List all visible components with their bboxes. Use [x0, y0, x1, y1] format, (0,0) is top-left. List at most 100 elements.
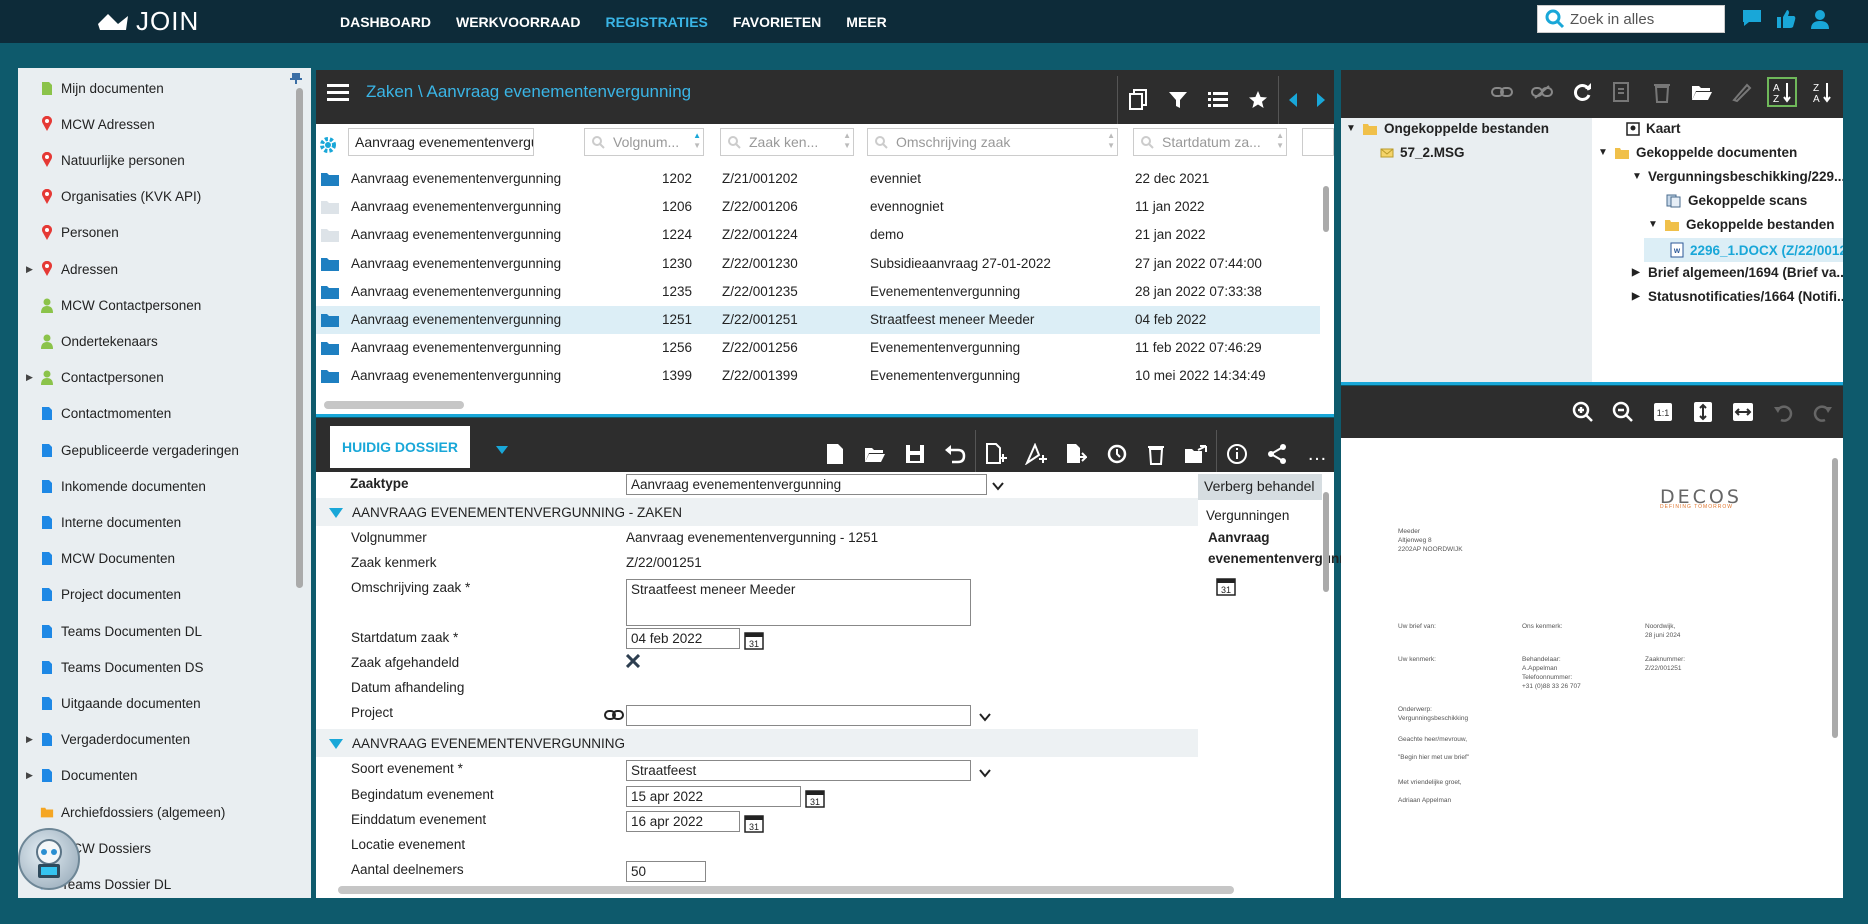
- sidebar-item[interactable]: Natuurlijke personen: [18, 142, 288, 178]
- sidebar-item[interactable]: MCW Adressen: [18, 106, 288, 142]
- more-options-icon[interactable]: …: [1297, 439, 1337, 469]
- chevron-down-icon[interactable]: [979, 710, 991, 725]
- undo-icon[interactable]: [935, 439, 975, 469]
- open-folder-icon[interactable]: [1682, 77, 1722, 107]
- expand-arrow-icon[interactable]: ▶: [26, 770, 33, 781]
- sidebar-item[interactable]: ▶ Documenten: [18, 758, 288, 794]
- sidebar-item[interactable]: Teams Documenten DL: [18, 613, 288, 649]
- sort-arrows-icon[interactable]: ▲ ▼: [843, 131, 851, 151]
- list-view-icon[interactable]: [1198, 85, 1238, 115]
- app-logo[interactable]: JOIN: [96, 6, 199, 37]
- close-x-icon[interactable]: [625, 653, 641, 671]
- filter-icon[interactable]: [1158, 85, 1198, 115]
- sidebar-item[interactable]: Teams Documenten DS: [18, 649, 288, 685]
- deelnemers-input[interactable]: 50: [626, 861, 706, 882]
- table-row[interactable]: Aanvraag evenementenvergunning 1202 Z/21/0…: [316, 165, 1320, 193]
- table-row[interactable]: Aanvraag evenementenvergunning 1251 Z/22/0…: [316, 306, 1320, 334]
- zaaktype-select[interactable]: Aanvraag evenementenvergunning: [626, 474, 987, 495]
- startdatum-input[interactable]: 04 feb 2022: [626, 628, 740, 649]
- section-evenement-header[interactable]: AANVRAAG EVENEMENTENVERGUNNING: [316, 729, 1198, 757]
- table-row[interactable]: Aanvraag evenementenvergunning 1235 Z/22/0…: [316, 278, 1320, 306]
- sidebar-item[interactable]: Organisaties (KVK API): [18, 179, 288, 215]
- begin-input[interactable]: 15 apr 2022: [626, 786, 801, 807]
- tree-gekoppelde-documenten[interactable]: ▼ Gekoppelde documenten: [1598, 145, 1797, 160]
- filter-name-input[interactable]: Aanvraag evenementenvergunning: [348, 128, 534, 156]
- tree-kaart[interactable]: Kaart: [1626, 121, 1681, 136]
- thumbs-up-icon[interactable]: [1769, 8, 1803, 30]
- collapse-triangle-icon[interactable]: [328, 738, 344, 750]
- sidebar-item[interactable]: Ondertekenaars: [18, 323, 288, 359]
- sort-za-icon[interactable]: ZA: [1802, 77, 1842, 107]
- nav-registraties[interactable]: REGISTRATIES: [605, 14, 707, 30]
- export-folder-icon[interactable]: [1176, 439, 1216, 469]
- zaken-vertical-thumb[interactable]: [1323, 186, 1329, 232]
- sort-arrows-icon[interactable]: ▲ ▼: [1107, 131, 1115, 151]
- filter-startdatum-input[interactable]: Startdatum za... ▲ ▼: [1133, 128, 1287, 156]
- sidebar-item[interactable]: Uitgaande documenten: [18, 685, 288, 721]
- soort-select[interactable]: Straatfeest: [626, 760, 971, 781]
- add-document-icon[interactable]: [976, 439, 1016, 469]
- table-row[interactable]: Aanvraag evenementenvergunning 1256 Z/22/0…: [316, 334, 1320, 362]
- collapse-triangle-icon[interactable]: [328, 507, 344, 519]
- chat-icon[interactable]: [1735, 8, 1769, 30]
- calendar-icon[interactable]: 31: [744, 630, 764, 653]
- sort-arrows-icon[interactable]: ▲ ▼: [693, 131, 701, 151]
- edit-icon[interactable]: [1602, 77, 1642, 107]
- tab-huidig-dossier[interactable]: HUIDIG DOSSIER: [330, 426, 470, 468]
- chevron-down-icon[interactable]: [992, 479, 1004, 494]
- share-icon[interactable]: [1257, 439, 1297, 469]
- add-person-icon[interactable]: [1016, 439, 1056, 469]
- zoom-out-icon[interactable]: [1603, 397, 1643, 427]
- tree-ongekoppelde-bestanden[interactable]: ▼ Ongekoppelde bestanden: [1346, 121, 1549, 136]
- table-row[interactable]: Aanvraag evenementenvergunning 1230 Z/22/0…: [316, 250, 1320, 278]
- project-input[interactable]: [626, 705, 971, 726]
- table-row[interactable]: Aanvraag evenementenvergunning 1399 Z/22/0…: [316, 362, 1320, 390]
- nav-meer[interactable]: MEER: [846, 14, 886, 30]
- delete-trash-icon[interactable]: [1642, 77, 1682, 107]
- expand-arrow-icon[interactable]: ▶: [26, 734, 33, 745]
- user-icon[interactable]: [1803, 8, 1837, 30]
- dossier-horizontal-scrollbar[interactable]: [338, 886, 1234, 894]
- sidebar-item[interactable]: ▶ Adressen: [18, 251, 288, 287]
- filter-kenmerk-input[interactable]: Zaak ken... ▲ ▼: [720, 128, 854, 156]
- section-zaken-header[interactable]: AANVRAAG EVENEMENTENVERGUNNING - ZAKEN: [316, 498, 1198, 526]
- next-arrow-icon[interactable]: [1307, 85, 1335, 115]
- sidebar-item[interactable]: Gepubliceerde vergaderingen: [18, 432, 288, 468]
- tree-gekoppelde-bestanden[interactable]: ▼ Gekoppelde bestanden: [1648, 217, 1835, 232]
- chevron-down-icon[interactable]: [979, 766, 991, 781]
- sidebar-item[interactable]: Archiefdossiers (algemeen): [18, 794, 288, 830]
- assistant-robot-avatar[interactable]: [18, 828, 80, 890]
- sidebar-item[interactable]: ▶ Vergaderdocumenten: [18, 722, 288, 758]
- sidebar-item[interactable]: Interne documenten: [18, 504, 288, 540]
- fit-width-icon[interactable]: [1723, 397, 1763, 427]
- nav-favorieten[interactable]: FAVORIETEN: [733, 14, 821, 30]
- tree-statusnotificaties[interactable]: ▶ Statusnotificaties/1664 (Notifi...: [1632, 289, 1843, 304]
- actual-size-icon[interactable]: 1:1: [1643, 397, 1683, 427]
- preview-vertical-thumb[interactable]: [1832, 458, 1838, 738]
- delete-trash-icon[interactable]: [1136, 439, 1176, 469]
- sidebar-item[interactable]: Inkomende documenten: [18, 468, 288, 504]
- nav-werkvoorraad[interactable]: WERKVOORRAAD: [456, 14, 580, 30]
- rotate-right-icon[interactable]: [1803, 397, 1843, 427]
- table-row[interactable]: Aanvraag evenementenvergunning 1206 Z/22/0…: [316, 193, 1320, 221]
- save-icon[interactable]: [895, 439, 935, 469]
- unlink-icon[interactable]: [1522, 77, 1562, 107]
- sidebar-scroll-thumb[interactable]: [296, 88, 303, 588]
- table-row[interactable]: Aanvraag evenementenvergunning 1224 Z/22/0…: [316, 221, 1320, 249]
- sidebar-item[interactable]: MCW Contactpersonen: [18, 287, 288, 323]
- sidebar-item[interactable]: Mijn documenten: [18, 70, 288, 106]
- calendar-icon[interactable]: 31: [805, 788, 825, 811]
- new-document-icon[interactable]: [815, 439, 855, 469]
- sort-arrows-icon[interactable]: ▲ ▼: [1276, 131, 1284, 151]
- nav-dashboard[interactable]: DASHBOARD: [340, 14, 431, 30]
- link-icon[interactable]: [604, 709, 624, 724]
- hamburger-menu-icon[interactable]: [327, 83, 349, 106]
- behandel-toggle[interactable]: Verberg behandel: [1198, 474, 1322, 500]
- sort-az-icon[interactable]: AZ: [1767, 77, 1797, 107]
- zoom-in-icon[interactable]: [1563, 397, 1603, 427]
- copy-icon[interactable]: [1118, 85, 1158, 115]
- favorite-star-icon[interactable]: [1238, 85, 1278, 115]
- omschrijving-textarea[interactable]: Straatfeest meneer Meeder: [626, 579, 971, 626]
- sidebar-item[interactable]: Personen: [18, 215, 288, 251]
- expand-arrow-icon[interactable]: ▶: [26, 372, 33, 383]
